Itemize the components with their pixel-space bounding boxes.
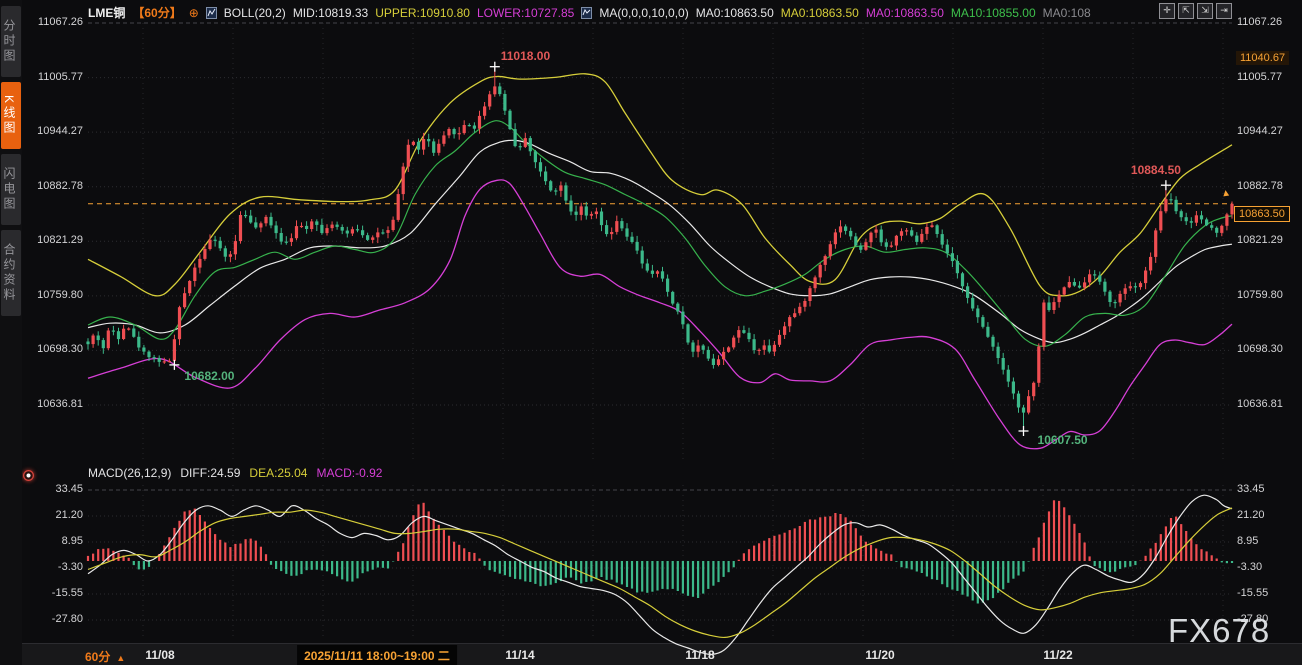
price-axis-label: 11005.77 — [1237, 71, 1282, 83]
macd-axis-label: 21.20 — [26, 509, 83, 521]
time-axis-label: 11/14 — [505, 648, 534, 662]
extreme-price-label: 10884.50 — [1131, 163, 1181, 177]
chart-type-sidebar: 分时图 K线图 闪电图 合约资料 — [0, 0, 22, 665]
sidebar-tab-timeline[interactable]: 分时图 — [1, 6, 21, 77]
scale-left-icon[interactable]: ⇱ — [1178, 3, 1194, 19]
ma-magenta-value: MA0:10863.50 — [866, 6, 944, 20]
boll-name: BOLL(20,2) — [224, 6, 286, 20]
macd-axis-label: 8.95 — [26, 535, 83, 547]
time-axis-label: 11/18 — [685, 648, 714, 662]
symbol-name: LME铜 — [88, 4, 125, 21]
time-axis-label: 11/20 — [865, 648, 894, 662]
fx678-watermark: FX678 — [1168, 612, 1270, 650]
extreme-price-label: 11018.00 — [501, 49, 550, 63]
macd-axis-label: -15.55 — [26, 587, 83, 599]
boll-upper-value: UPPER:10910.80 — [375, 6, 470, 20]
sidebar-tab-kline[interactable]: K线图 — [1, 82, 21, 149]
sidebar-tab-contract-info[interactable]: 合约资料 — [1, 230, 21, 316]
macd-header: MACD(26,12,9) DIFF:24.59 DEA:25.04 MACD:… — [88, 466, 382, 480]
ma-white-value: MA0:10863.50 — [696, 6, 774, 20]
ma-gray-value: MA0:108 — [1043, 6, 1091, 20]
ma10-line — [88, 121, 1232, 347]
boll_upper-line — [88, 74, 1232, 296]
macd-axis-label: 21.20 — [1237, 509, 1265, 521]
ma-name: MA(0,0,0,10,0,0) — [599, 6, 688, 20]
price-axis-label: 10882.78 — [1237, 180, 1283, 192]
price-axis-label: 10944.27 — [1237, 125, 1283, 137]
time-axis-label: 11/22 — [1043, 648, 1072, 662]
macd-axis-label: 33.45 — [1237, 483, 1265, 495]
price-axis-label: 10944.27 — [26, 125, 83, 137]
macd-axis-label: -3.30 — [26, 561, 83, 573]
price-axis-label: 10636.81 — [1237, 398, 1283, 410]
price-axis-label: 11067.26 — [26, 16, 83, 28]
candles — [86, 67, 1233, 431]
chart-toolbar: ✛ ⇱ ⇲ ⇥ — [1159, 3, 1232, 19]
grid — [88, 23, 1232, 640]
period-label: 【60分】 — [132, 4, 181, 21]
ma-indicator-icon[interactable] — [581, 6, 592, 19]
macd-axis-label: -15.55 — [1237, 587, 1268, 599]
boll-indicator-icon[interactable] — [206, 6, 217, 19]
ma-yellow-value: MA0:10863.50 — [781, 6, 859, 20]
sidebar-tab-lightning[interactable]: 闪电图 — [1, 154, 21, 225]
price-axis-label: 10759.80 — [1237, 289, 1283, 301]
ma-green-value: MA10:10855.00 — [951, 6, 1036, 20]
period-selector[interactable]: 60分 ▲ — [85, 648, 125, 665]
candlestick-macd-canvas[interactable] — [0, 0, 1302, 665]
diff-line — [88, 495, 1232, 654]
macd-dea-value: DEA:25.04 — [249, 466, 307, 480]
chart-header: LME铜 【60分】 ⊕ BOLL(20,2) MID:10819.33 UPP… — [88, 4, 1091, 21]
settings-icon[interactable]: ⊕ — [189, 6, 199, 20]
macd-axis-label: 8.95 — [1237, 535, 1258, 547]
macd-settings-icon[interactable] — [23, 470, 34, 481]
extreme-price-label: 10607.50 — [1038, 433, 1088, 447]
macd-axis-label: -27.80 — [26, 613, 83, 625]
price-axis-label: 10821.29 — [26, 234, 83, 246]
boll-mid-value: MID:10819.33 — [293, 6, 368, 20]
price-axis-label: 10698.30 — [1237, 343, 1283, 355]
macd-axis-label: -3.30 — [1237, 561, 1262, 573]
chevron-up-icon: ▲ — [116, 653, 125, 663]
macd-lines — [88, 495, 1232, 654]
price-axis-label: 10759.80 — [26, 289, 83, 301]
scale-right-icon[interactable]: ⇲ — [1197, 3, 1213, 19]
trading-chart-window: 分时图 K线图 闪电图 合约资料 LME铜 【60分】 ⊕ BOLL(20,2)… — [0, 0, 1302, 665]
macd-macd-value: MACD:-0.92 — [316, 466, 382, 480]
macd-axis-label: 33.45 — [26, 483, 83, 495]
overlay-lines — [88, 74, 1232, 449]
session-high-badge: 11040.67 — [1236, 51, 1289, 65]
dea-line — [88, 508, 1232, 638]
price-axis-label: 11067.26 — [1237, 16, 1282, 28]
price-axis-label: 10698.30 — [26, 343, 83, 355]
price-axis-label: 11005.77 — [26, 71, 83, 83]
mouse-cursor: ▲ — [1220, 187, 1231, 199]
boll-lower-value: LOWER:10727.85 — [477, 6, 574, 20]
period-selector-label: 60分 — [85, 650, 110, 664]
macd-name: MACD(26,12,9) — [88, 466, 171, 480]
price-axis-label: 10882.78 — [26, 180, 83, 192]
boll_lower-line — [88, 180, 1232, 449]
crosshair-icon[interactable]: ✛ — [1159, 3, 1175, 19]
pan-next-icon[interactable]: ⇥ — [1216, 3, 1232, 19]
last-price-badge: 10863.50 — [1234, 206, 1290, 222]
time-axis-highlight: 2025/11/11 18:00~19:00 二 — [297, 645, 457, 665]
price-axis-label: 10821.29 — [1237, 234, 1283, 246]
extreme-price-label: 10682.00 — [184, 369, 234, 383]
time-axis-label: 11/08 — [145, 648, 174, 662]
macd-diff-value: DIFF:24.59 — [180, 466, 240, 480]
price-axis-label: 10636.81 — [26, 398, 83, 410]
